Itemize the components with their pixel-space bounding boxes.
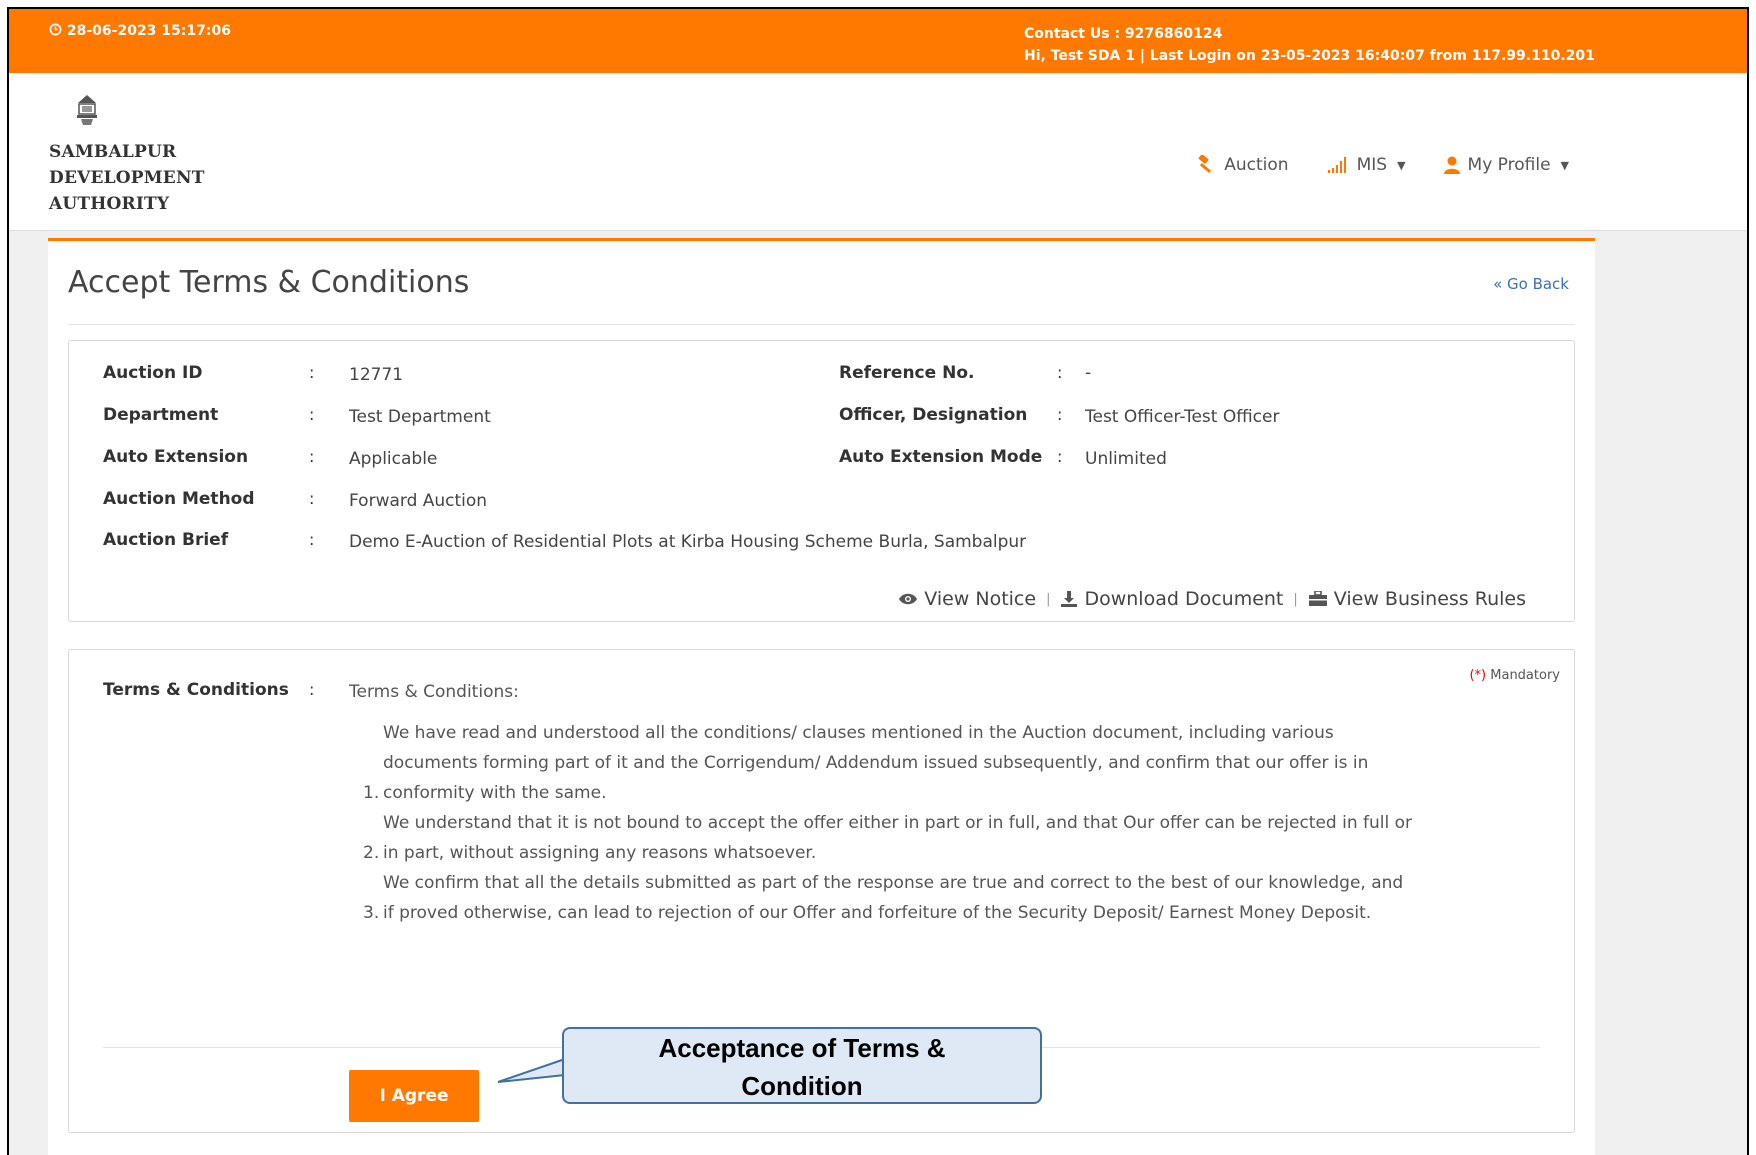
- mandatory-text: Mandatory: [1486, 668, 1560, 683]
- reference-value: -: [1085, 363, 1092, 383]
- chevron-down-icon: ▼: [1560, 158, 1569, 172]
- logo-line-3: AUTHORITY: [49, 194, 170, 214]
- datetime: 28-06-2023 15:17:06: [49, 23, 231, 39]
- clause-text: We understand that it is not bound to ac…: [383, 813, 1413, 863]
- page-title: Accept Terms & Conditions: [68, 265, 470, 300]
- download-document-label: Download Document: [1084, 588, 1284, 610]
- mandatory-note: (*) Mandatory: [1469, 668, 1560, 683]
- nav-mis-label: MIS: [1356, 155, 1388, 175]
- nav-my-profile[interactable]: My Profile ▼: [1443, 155, 1569, 175]
- download-document-link[interactable]: Download Document: [1060, 588, 1283, 610]
- colon: :: [309, 530, 315, 549]
- eye-icon: [899, 593, 918, 605]
- mandatory-star: (*): [1469, 668, 1487, 683]
- clause-number: 3.: [363, 903, 380, 923]
- terms-intro: Terms & Conditions:: [349, 682, 519, 702]
- go-back-link[interactable]: « Go Back: [1493, 275, 1569, 293]
- nav-mis[interactable]: MIS ▼: [1327, 155, 1406, 175]
- logo-line-2: DEVELOPMENT: [49, 168, 205, 188]
- nav-auction-label: Auction: [1224, 155, 1289, 175]
- view-business-rules-link[interactable]: View Business Rules: [1308, 588, 1526, 610]
- user-icon: [1443, 156, 1460, 174]
- link-separator: |: [1293, 591, 1298, 607]
- chevron-down-icon: ▼: [1397, 158, 1406, 172]
- terms-clause: 2. We understand that it is not bound to…: [363, 808, 1413, 868]
- auto-extension-mode-value: Unlimited: [1085, 449, 1167, 469]
- main-nav: Auction MIS ▼ My Profile ▼: [1194, 155, 1569, 175]
- signal-bars-icon: [1327, 157, 1346, 173]
- officer-value: Test Officer-Test Officer: [1085, 407, 1280, 427]
- terms-clause: 3. We confirm that all the details submi…: [363, 868, 1413, 928]
- clause-text: We confirm that all the details submitte…: [383, 873, 1404, 923]
- callout-line-2: Condition: [741, 1071, 863, 1101]
- page-frame: 28-06-2023 15:17:06 Contact Us : 9276860…: [7, 7, 1749, 1155]
- terms-clause: 1. We have read and understood all the c…: [363, 718, 1413, 808]
- emblem-icon: [77, 95, 97, 125]
- gavel-icon: [1198, 155, 1212, 174]
- logo[interactable]: SAMBALPUR DEVELOPMENT AUTHORITY: [49, 93, 205, 217]
- logo-line-1: SAMBALPUR: [49, 142, 177, 162]
- colon: :: [309, 489, 315, 508]
- auction-id-value: 12771: [349, 365, 404, 385]
- auto-extension-label: Auto Extension: [103, 447, 249, 467]
- contact-phone: Contact Us : 9276860124: [1024, 26, 1223, 42]
- colon: :: [1057, 405, 1063, 424]
- colon: :: [309, 405, 315, 424]
- colon: :: [309, 447, 315, 466]
- contact-info: Contact Us : 9276860124 Hi, Test SDA 1 |…: [1024, 23, 1595, 67]
- document-links: View Notice | Download Document | View B…: [898, 588, 1526, 610]
- clause-number: 1.: [363, 783, 380, 803]
- download-icon: [1061, 591, 1078, 607]
- i-agree-button[interactable]: I Agree: [349, 1070, 479, 1122]
- datetime-text: 28-06-2023 15:17:06: [66, 23, 231, 39]
- view-business-rules-label: View Business Rules: [1333, 588, 1526, 610]
- auto-extension-mode-label: Auto Extension Mode: [839, 447, 1043, 467]
- view-notice-link[interactable]: View Notice: [898, 588, 1036, 610]
- colon: :: [1057, 447, 1063, 466]
- auction-id-label: Auction ID: [103, 363, 203, 383]
- colon: :: [1057, 363, 1063, 382]
- reference-label: Reference No.: [839, 363, 975, 383]
- main-card: Accept Terms & Conditions « Go Back Auct…: [48, 238, 1595, 1155]
- officer-label: Officer, Designation: [839, 405, 1028, 425]
- annotation-callout: Acceptance of Terms & Condition: [562, 1027, 1042, 1104]
- department-value: Test Department: [349, 407, 491, 427]
- department-label: Department: [103, 405, 219, 425]
- clause-number: 2.: [363, 843, 380, 863]
- auction-method-label: Auction Method: [103, 489, 255, 509]
- nav-profile-label: My Profile: [1467, 155, 1551, 175]
- link-separator: |: [1046, 591, 1051, 607]
- auction-info-panel: Auction ID : 12771 Reference No. : - Dep…: [68, 340, 1575, 622]
- login-info: Hi, Test SDA 1 | Last Login on 23-05-202…: [1024, 48, 1595, 64]
- title-divider: [68, 324, 1575, 325]
- auction-brief-label: Auction Brief: [103, 530, 229, 550]
- callout-pointer: [497, 1058, 566, 1083]
- auto-extension-value: Applicable: [349, 449, 438, 469]
- view-notice-label: View Notice: [924, 588, 1037, 610]
- site-header: SAMBALPUR DEVELOPMENT AUTHORITY Auction: [9, 73, 1747, 231]
- nav-auction[interactable]: Auction: [1194, 155, 1289, 175]
- auction-brief-value: Demo E-Auction of Residential Plots at K…: [349, 532, 1027, 552]
- briefcase-icon: [1308, 591, 1327, 606]
- callout-line-1: Acceptance of Terms &: [658, 1033, 946, 1063]
- terms-label: Terms & Conditions: [103, 680, 289, 700]
- clock-icon: [49, 23, 62, 36]
- auction-method-value: Forward Auction: [349, 491, 488, 511]
- colon: :: [309, 680, 315, 699]
- top-bar: 28-06-2023 15:17:06 Contact Us : 9276860…: [9, 9, 1747, 73]
- clause-text: We have read and understood all the cond…: [383, 723, 1369, 803]
- colon: :: [309, 363, 315, 382]
